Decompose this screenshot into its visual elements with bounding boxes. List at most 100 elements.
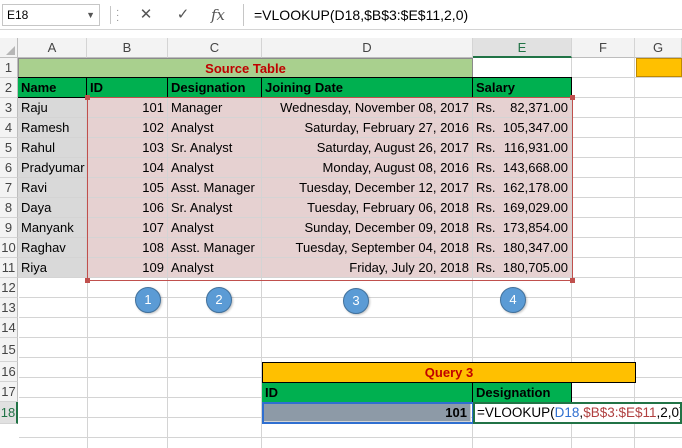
row-header-1[interactable]: 1 bbox=[0, 58, 18, 78]
name-box[interactable]: E18 ▼ bbox=[2, 4, 100, 26]
cell-name[interactable]: Ramesh bbox=[18, 118, 87, 138]
row-header-11[interactable]: 11 bbox=[0, 258, 18, 278]
query-title: Query 3 bbox=[262, 362, 636, 383]
row-header-13[interactable]: 13 bbox=[0, 298, 18, 318]
cell-id[interactable]: 105 bbox=[87, 178, 168, 198]
cancel-icon[interactable]: ✕ bbox=[133, 4, 159, 26]
column-header-c[interactable]: C bbox=[168, 38, 262, 58]
range-handle-br[interactable] bbox=[570, 278, 575, 283]
cell-date[interactable]: Tuesday, February 06, 2018 bbox=[262, 198, 473, 218]
cell-id[interactable]: 101 bbox=[87, 98, 168, 118]
row-header-12[interactable]: 12 bbox=[0, 278, 18, 298]
cell-salary[interactable]: Rs. 180,705.00 bbox=[473, 258, 572, 278]
row-header-9[interactable]: 9 bbox=[0, 218, 18, 238]
insert-function-button[interactable]: fx bbox=[205, 4, 231, 26]
row-header-8[interactable]: 8 bbox=[0, 198, 18, 218]
cell-date[interactable]: Sunday, December 09, 2018 bbox=[262, 218, 473, 238]
range-handle-tr[interactable] bbox=[570, 95, 575, 100]
cell-salary[interactable]: Rs. 82,371.00 bbox=[473, 98, 572, 118]
column-header-e[interactable]: E bbox=[473, 38, 572, 58]
cell-date[interactable]: Friday, July 20, 2018 bbox=[262, 258, 473, 278]
enter-icon[interactable]: ✓ bbox=[170, 4, 196, 26]
cell-name[interactable]: Rahul bbox=[18, 138, 87, 158]
currency-label: Rs. bbox=[476, 160, 496, 175]
currency-label: Rs. bbox=[476, 100, 496, 115]
row-header-10[interactable]: 10 bbox=[0, 238, 18, 258]
callout-2: 2 bbox=[206, 287, 232, 313]
range-handle-bl[interactable] bbox=[85, 278, 90, 283]
row-header-18[interactable]: 18 bbox=[0, 402, 18, 424]
row-header-5[interactable]: 5 bbox=[0, 138, 18, 158]
header-salary[interactable]: Salary bbox=[473, 77, 572, 98]
orange-fill-cell[interactable] bbox=[636, 58, 682, 77]
cell-designation[interactable]: Analyst bbox=[168, 118, 262, 138]
row-header-2[interactable]: 2 bbox=[0, 78, 18, 98]
row-header-14[interactable]: 14 bbox=[0, 318, 18, 338]
header-id[interactable]: ID bbox=[87, 77, 168, 98]
header-joining-date[interactable]: Joining Date bbox=[262, 77, 473, 98]
cell-id[interactable]: 109 bbox=[87, 258, 168, 278]
header-designation[interactable]: Designation bbox=[168, 77, 262, 98]
query-result-cell[interactable]: =VLOOKUP(D18,$B$3:$E$11,2,0) bbox=[473, 402, 682, 424]
cell-date[interactable]: Saturday, February 27, 2016 bbox=[262, 118, 473, 138]
cell-name[interactable]: Pradyumar bbox=[18, 158, 87, 178]
cell-designation[interactable]: Analyst bbox=[168, 218, 262, 238]
formula-bar-separator bbox=[110, 6, 111, 24]
cell-date[interactable]: Tuesday, December 12, 2017 bbox=[262, 178, 473, 198]
column-header-d[interactable]: D bbox=[262, 38, 473, 58]
cell-salary[interactable]: Rs. 116,931.00 bbox=[473, 138, 572, 158]
cell-designation[interactable]: Asst. Manager bbox=[168, 178, 262, 198]
select-all-button[interactable] bbox=[0, 38, 18, 58]
cell-id[interactable]: 108 bbox=[87, 238, 168, 258]
cell-designation[interactable]: Asst. Manager bbox=[168, 238, 262, 258]
cell-salary[interactable]: Rs. 105,347.00 bbox=[473, 118, 572, 138]
query-header-designation[interactable]: Designation bbox=[473, 382, 572, 403]
row-header-16[interactable]: 16 bbox=[0, 362, 18, 382]
cell-salary[interactable]: Rs. 173,854.00 bbox=[473, 218, 572, 238]
column-header-g[interactable]: G bbox=[635, 38, 682, 58]
cell-salary[interactable]: Rs. 143,668.00 bbox=[473, 158, 572, 178]
row-header-17[interactable]: 17 bbox=[0, 382, 18, 402]
cell-designation[interactable]: Sr. Analyst bbox=[168, 198, 262, 218]
cell-id[interactable]: 106 bbox=[87, 198, 168, 218]
formula-prefix: =VLOOKUP( bbox=[477, 405, 555, 420]
header-name[interactable]: Name bbox=[18, 77, 87, 98]
cell-name[interactable]: Daya bbox=[18, 198, 87, 218]
cell-id[interactable]: 104 bbox=[87, 158, 168, 178]
cell-id[interactable]: 103 bbox=[87, 138, 168, 158]
range-handle-tl[interactable] bbox=[85, 95, 90, 100]
cell-date[interactable]: Monday, August 08, 2016 bbox=[262, 158, 473, 178]
cell-salary[interactable]: Rs. 169,029.00 bbox=[473, 198, 572, 218]
grip-icon[interactable]: · · · bbox=[116, 6, 120, 26]
column-header-f[interactable]: F bbox=[572, 38, 635, 58]
cell-name[interactable]: Ravi bbox=[18, 178, 87, 198]
formula-suffix: ,2,0) bbox=[656, 405, 682, 420]
row-header-3[interactable]: 3 bbox=[0, 98, 18, 118]
cell-salary[interactable]: Rs. 162,178.00 bbox=[473, 178, 572, 198]
formula-input[interactable]: =VLOOKUP(D18,$B$3:$E$11,2,0) bbox=[243, 4, 682, 26]
chevron-down-icon[interactable]: ▼ bbox=[86, 5, 95, 25]
row-header-6[interactable]: 6 bbox=[0, 158, 18, 178]
cell-designation[interactable]: Analyst bbox=[168, 158, 262, 178]
cell-name[interactable]: Raghav bbox=[18, 238, 87, 258]
row-header-15[interactable]: 15 bbox=[0, 338, 18, 362]
cell-date[interactable]: Tuesday, September 04, 2018 bbox=[262, 238, 473, 258]
currency-label: Rs. bbox=[476, 120, 496, 135]
cell-id[interactable]: 107 bbox=[87, 218, 168, 238]
column-header-a[interactable]: A bbox=[18, 38, 87, 58]
cell-designation[interactable]: Sr. Analyst bbox=[168, 138, 262, 158]
cell-name[interactable]: Raju bbox=[18, 98, 87, 118]
cell-name[interactable]: Manyank bbox=[18, 218, 87, 238]
cell-salary[interactable]: Rs. 180,347.00 bbox=[473, 238, 572, 258]
query-header-id[interactable]: ID bbox=[262, 382, 473, 403]
cell-designation[interactable]: Manager bbox=[168, 98, 262, 118]
cell-id[interactable]: 102 bbox=[87, 118, 168, 138]
column-header-b[interactable]: B bbox=[87, 38, 168, 58]
cell-name[interactable]: Riya bbox=[18, 258, 87, 278]
cell-date[interactable]: Wednesday, November 08, 2017 bbox=[262, 98, 473, 118]
row-header-7[interactable]: 7 bbox=[0, 178, 18, 198]
row-header-4[interactable]: 4 bbox=[0, 118, 18, 138]
cell-date[interactable]: Saturday, August 26, 2017 bbox=[262, 138, 473, 158]
name-box-value: E18 bbox=[7, 8, 29, 22]
cell-designation[interactable]: Analyst bbox=[168, 258, 262, 278]
